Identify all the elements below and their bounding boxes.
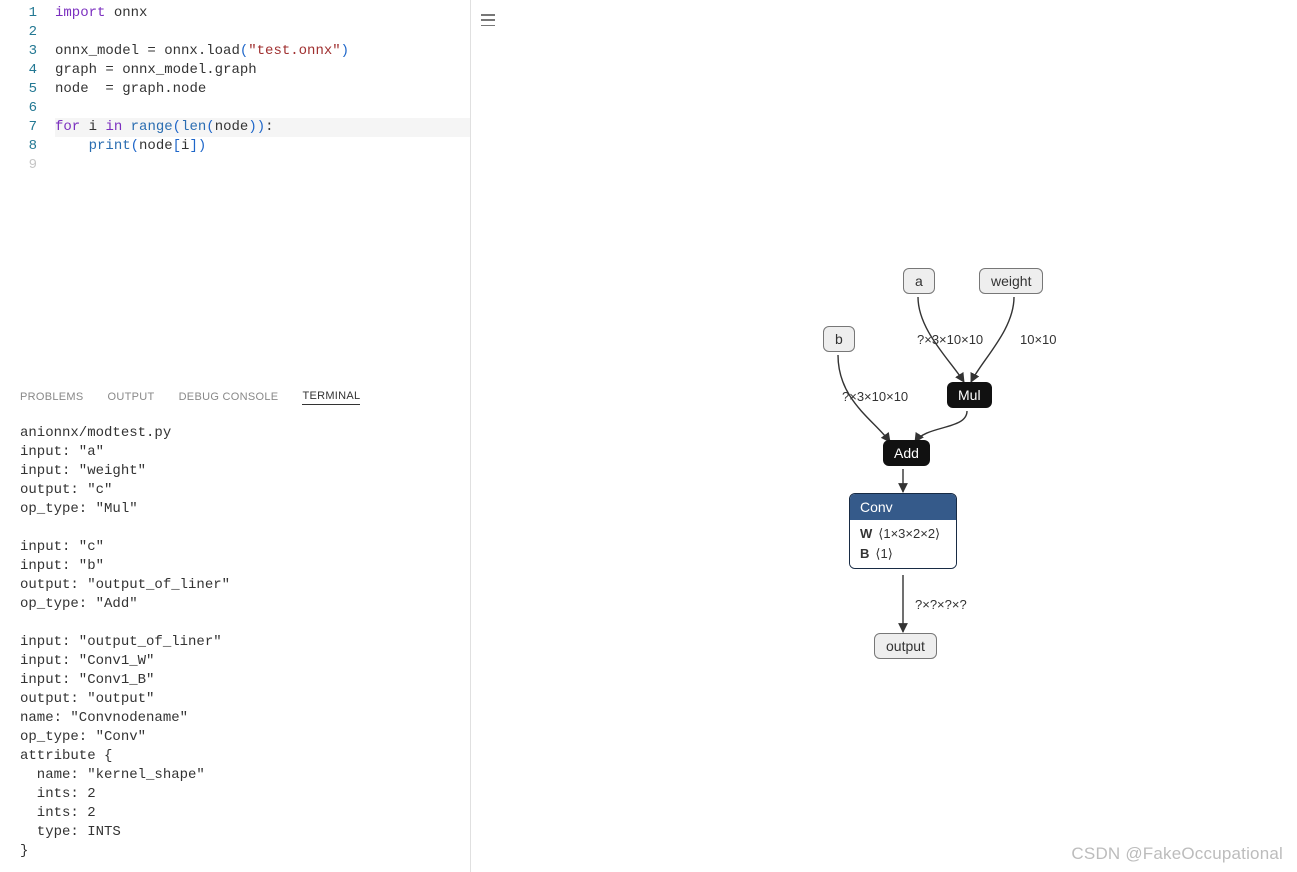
code-line[interactable]: onnx_model = onnx.load("test.onnx") bbox=[55, 42, 470, 61]
conv-b-value: ⟨1⟩ bbox=[875, 546, 892, 561]
conv-w-label: W bbox=[860, 526, 872, 541]
terminal-output[interactable]: anionnx/modtest.py input: "a" input: "we… bbox=[0, 414, 470, 872]
code-line[interactable]: for i in range(len(node)): bbox=[55, 118, 470, 137]
code-line[interactable] bbox=[55, 99, 470, 118]
conv-node-header: Conv bbox=[850, 494, 956, 520]
graph-viewer-panel: a weight b Mul Add Conv W⟨1×3×2×2⟩ B⟨1⟩ … bbox=[471, 0, 1297, 872]
graph-edges bbox=[471, 0, 1297, 872]
edge-label-weight-mul: 10×10 bbox=[1020, 332, 1057, 347]
code-line[interactable]: print(node[i]) bbox=[55, 137, 470, 156]
conv-w-value: ⟨1×3×2×2⟩ bbox=[878, 526, 940, 541]
bottom-panel-tabs: PROBLEMS OUTPUT DEBUG CONSOLE TERMINAL bbox=[0, 380, 470, 414]
code-area[interactable]: import onnx onnx_model = onnx.load("test.… bbox=[55, 0, 470, 380]
edge-label-conv-output: ?×?×?×? bbox=[915, 597, 967, 612]
code-line[interactable]: node = graph.node bbox=[55, 80, 470, 99]
tab-problems[interactable]: PROBLEMS bbox=[20, 391, 84, 403]
input-node-weight[interactable]: weight bbox=[979, 268, 1043, 294]
input-node-b[interactable]: b bbox=[823, 326, 855, 352]
code-line[interactable]: import onnx bbox=[55, 4, 470, 23]
edge-label-a-mul: ?×3×10×10 bbox=[917, 332, 983, 347]
watermark: CSDN @FakeOccupational bbox=[1071, 844, 1283, 864]
op-node-mul[interactable]: Mul bbox=[947, 382, 992, 408]
tab-terminal[interactable]: TERMINAL bbox=[302, 390, 360, 405]
output-node[interactable]: output bbox=[874, 633, 937, 659]
tab-debug-console[interactable]: DEBUG CONSOLE bbox=[179, 391, 279, 403]
code-line[interactable]: graph = onnx_model.graph bbox=[55, 61, 470, 80]
conv-node-body: W ⟨1×3×2×2⟩ B ⟨1⟩ bbox=[850, 520, 956, 568]
code-line[interactable] bbox=[55, 156, 470, 175]
code-editor[interactable]: 123456789 import onnx onnx_model = onnx.l… bbox=[0, 0, 470, 380]
conv-b-label: B bbox=[860, 546, 869, 561]
onnx-graph-canvas[interactable]: a weight b Mul Add Conv W⟨1×3×2×2⟩ B⟨1⟩ … bbox=[471, 0, 1297, 872]
line-gutter: 123456789 bbox=[0, 0, 55, 380]
tab-output[interactable]: OUTPUT bbox=[108, 391, 155, 403]
input-node-a[interactable]: a bbox=[903, 268, 935, 294]
op-node-conv[interactable]: Conv W ⟨1×3×2×2⟩ B ⟨1⟩ bbox=[849, 493, 957, 569]
editor-panel: 123456789 import onnx onnx_model = onnx.l… bbox=[0, 0, 471, 872]
code-line[interactable] bbox=[55, 23, 470, 42]
edge-label-b-add: ?×3×10×10 bbox=[842, 389, 908, 404]
op-node-add[interactable]: Add bbox=[883, 440, 930, 466]
